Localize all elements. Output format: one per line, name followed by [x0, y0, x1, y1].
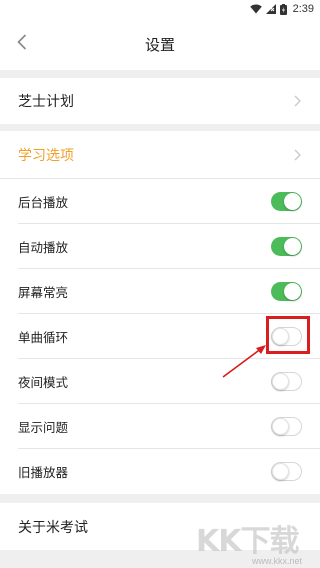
plan-row[interactable]: 芝士计划 — [0, 78, 320, 124]
toggle-switch[interactable] — [271, 416, 302, 436]
study-options-label: 学习选项 — [18, 147, 74, 164]
toggle-switch[interactable] — [271, 326, 302, 346]
plan-label: 芝士计划 — [18, 94, 74, 110]
toggle-switch[interactable] — [271, 191, 302, 211]
setting-label: 旧播放器 — [18, 465, 69, 480]
status-bar: 2:39 — [0, 0, 320, 18]
status-time: 2:39 — [292, 3, 314, 15]
setting-label: 夜间模式 — [18, 374, 69, 390]
setting-row: 屏幕常亮 — [18, 269, 320, 314]
toggle-switch[interactable] — [271, 236, 302, 256]
toggle-knob — [272, 372, 289, 390]
setting-row: 旧播放器 — [18, 449, 320, 494]
setting-row: 单曲循环 — [18, 314, 320, 359]
setting-label: 自动播放 — [18, 239, 69, 255]
setting-row: 显示问题 — [18, 404, 320, 449]
toggle-knob — [272, 463, 289, 480]
header-bar: 设置 — [0, 18, 320, 70]
toggle-knob — [284, 282, 301, 300]
plan-section: 芝士计划 — [0, 78, 320, 124]
toggle-knob — [284, 237, 301, 255]
setting-row: 夜间模式 — [18, 359, 320, 404]
study-options-section: 学习选项 后台播放自动播放屏幕常亮单曲循环夜间模式显示问题旧播放器 — [0, 131, 320, 494]
setting-label: 屏幕常亮 — [18, 284, 69, 300]
setting-row: 后台播放 — [18, 179, 320, 224]
about-section: 关于米考试 — [0, 503, 320, 550]
setting-label: 显示问题 — [18, 419, 69, 435]
setting-label: 单曲循环 — [18, 329, 69, 345]
chevron-left-icon — [17, 34, 27, 54]
study-options-row[interactable]: 学习选项 — [0, 131, 320, 179]
battery-icon — [279, 3, 287, 15]
chevron-right-icon — [292, 94, 302, 108]
toggle-switch[interactable] — [271, 281, 302, 301]
toggle-knob — [284, 192, 301, 210]
setting-label: 后台播放 — [18, 194, 69, 210]
toggle-switch[interactable] — [271, 371, 302, 391]
toggle-knob — [272, 417, 289, 435]
wifi-icon — [249, 4, 262, 14]
about-row[interactable]: 关于米考试 — [0, 503, 320, 550]
toggle-knob — [272, 327, 289, 345]
page-title: 设置 — [144, 35, 175, 54]
signal-icon — [265, 4, 276, 14]
toggle-switch[interactable] — [271, 462, 302, 481]
watermark-url: www.kkx.net — [251, 556, 302, 566]
back-button[interactable] — [10, 32, 34, 56]
chevron-right-icon — [292, 148, 302, 162]
about-label: 关于米考试 — [18, 519, 88, 536]
setting-row: 自动播放 — [18, 224, 320, 269]
